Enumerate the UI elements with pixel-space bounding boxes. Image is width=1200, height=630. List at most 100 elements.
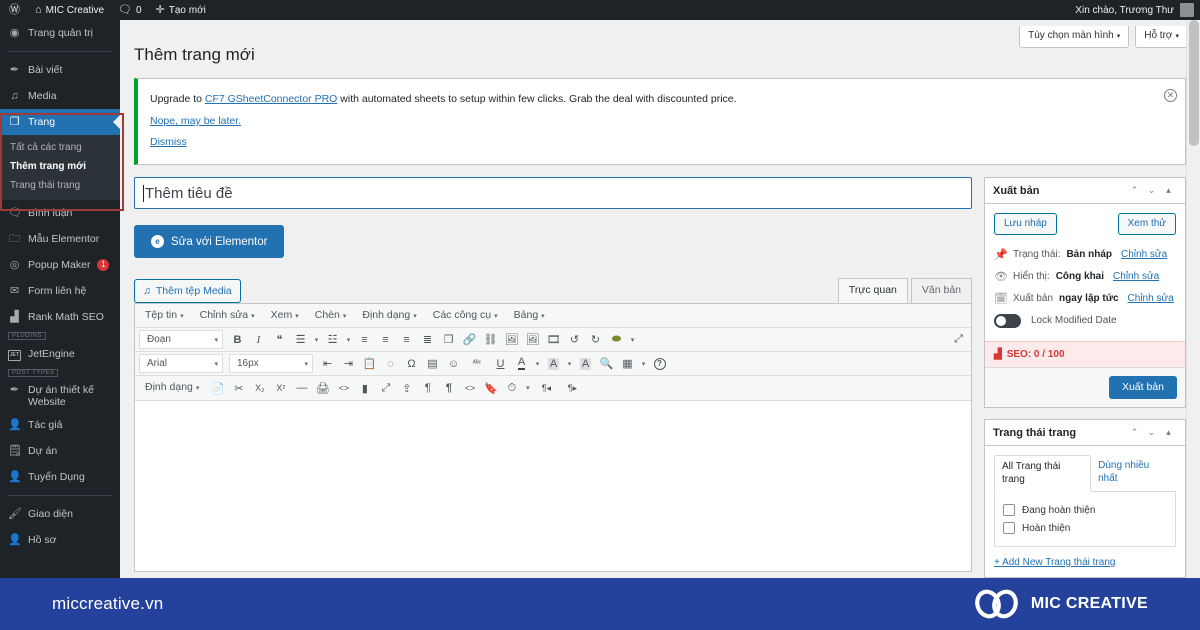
image-icon[interactable]: 🖼 [501, 330, 522, 350]
sidebar-submenu-pages[interactable]: Tất cả các trang Thêm trang mới Trang th… [0, 135, 120, 200]
italic-icon[interactable]: I [248, 330, 269, 350]
editor-content-area[interactable] [135, 401, 971, 571]
fullscreen-icon[interactable]: ⤢ [948, 330, 969, 350]
sidebar-item-recruitment[interactable]: 👤 Tuyển Dụng [0, 464, 120, 490]
sidebar-item-comments[interactable]: 🗨 Bình luận [0, 200, 120, 226]
import-icon[interactable]: ⇪ [396, 378, 417, 398]
highlight-icon[interactable]: A [575, 354, 596, 374]
tab-most-used[interactable]: Dùng nhiều nhất [1091, 455, 1176, 491]
fullscreen-icon[interactable]: ⤢ [375, 378, 396, 398]
comments-button[interactable]: 🗨 0 [111, 0, 149, 20]
bookmark-icon[interactable]: 🔖 [480, 378, 501, 398]
table-icon[interactable]: ▦ [617, 354, 638, 374]
status-edit-link[interactable]: Chỉnh sửa [1121, 248, 1167, 262]
sidebar-item-dashboard[interactable]: ◉ Trang quản trị [0, 20, 120, 46]
paragraph-mark-icon[interactable]: ¶ [438, 378, 459, 398]
olive-icon[interactable]: ⬬ [606, 330, 627, 350]
menu-format[interactable]: Định dạng ▾ [354, 308, 424, 324]
subscript-icon[interactable]: X₂ [249, 378, 270, 398]
block-format-select[interactable]: Đoạn ▾ [139, 330, 223, 349]
admin-sidebar-menu[interactable]: ◉ Trang quản trị ✒ Bài viết ♫ Media ❐ Tr… [0, 20, 120, 580]
sidebar-item-authors[interactable]: 👤 Tác giả [0, 412, 120, 438]
numbered-list-caret-icon[interactable]: ▾ [343, 330, 354, 350]
paste-icon[interactable]: 📋 [359, 354, 380, 374]
sidebar-item-media[interactable]: ♫ Media [0, 83, 120, 109]
help-button[interactable]: Hỗ trợ ▾ [1135, 26, 1188, 48]
screen-options-button[interactable]: Tùy chọn màn hình ▾ [1019, 26, 1130, 48]
print-icon[interactable]: 🖨 [312, 378, 333, 398]
numbered-list-icon[interactable]: ☳ [322, 330, 343, 350]
paragraph-icon[interactable]: ¶ [417, 378, 438, 398]
bold-icon[interactable]: B [227, 330, 248, 350]
source-code-icon[interactable]: <> [333, 378, 354, 398]
ltr-icon[interactable]: ¶◂ [533, 378, 559, 398]
gallery-icon[interactable]: 🖼 [522, 330, 543, 350]
link-icon[interactable]: 🔗 [459, 330, 480, 350]
list-item[interactable]: Hoàn thiện [1003, 519, 1167, 537]
align-justify-icon[interactable]: ≣ [417, 330, 438, 350]
notice-later-link[interactable]: Nope, may be later. [150, 115, 241, 127]
menu-view[interactable]: Xem ▾ [263, 308, 307, 324]
background-color-caret-icon[interactable]: ▾ [564, 354, 575, 374]
add-media-button[interactable]: ♫ Thêm tệp Media [134, 279, 241, 303]
tab-text[interactable]: Văn bản [910, 278, 972, 303]
underline-icon[interactable]: U [490, 354, 511, 374]
spellcheck-icon[interactable]: ᴬᴮᶜ [464, 354, 490, 374]
horizontal-rule-icon[interactable]: — [291, 378, 312, 398]
horizontal-line-icon[interactable]: ▤ [422, 354, 443, 374]
help-icon[interactable]: ? [649, 354, 670, 374]
sidebar-item-pages[interactable]: ❐ Trang [0, 109, 120, 135]
save-draft-button[interactable]: Lưu nháp [994, 213, 1057, 235]
superscript-icon[interactable]: X² [270, 378, 291, 398]
indent-decrease-icon[interactable]: ⇤ [317, 354, 338, 374]
sidebar-item-contact-form[interactable]: ✉ Form liên hệ [0, 278, 120, 304]
editor-tools-row[interactable]: Định dạng ▾ 📄 ✂ X₂ X² — 🖨 <> ▮ ⤢ ⇪ ¶ ¶ <… [135, 376, 971, 400]
sidebar-item-elementor-templates[interactable]: 🗀 Mẫu Elementor [0, 226, 120, 252]
notice-dismiss-link[interactable]: Dismiss [150, 136, 187, 148]
sidebar-item-projects[interactable]: 🗒 Dự án [0, 438, 120, 464]
lock-modified-date-row[interactable]: Lock Modified Date [994, 310, 1176, 332]
schedule-edit-link[interactable]: Chỉnh sửa [1128, 292, 1174, 306]
undo-icon[interactable]: ↺ [564, 330, 585, 350]
clock-icon[interactable]: ⏱ [501, 378, 522, 398]
editor-mode-tabs[interactable]: Trực quan Văn bản [835, 278, 972, 303]
menu-tools[interactable]: Các công cụ ▾ [425, 308, 506, 324]
sidebar-item-posts[interactable]: ✒ Bài viết [0, 57, 120, 83]
visibility-edit-link[interactable]: Chỉnh sửa [1113, 270, 1159, 284]
page-break-icon[interactable]: ▮ [354, 378, 375, 398]
indent-increase-icon[interactable]: ⇥ [338, 354, 359, 374]
paste-text-icon[interactable]: 📄 [207, 378, 228, 398]
editor-font-row[interactable]: Arial ▾ 16px ▾ ⇤ ⇥ 📋 ◌ Ω ▤ ☺ ᴬᴮᶜ U A ▾ A… [135, 352, 971, 376]
move-up-icon[interactable]: ⌃ [1126, 185, 1143, 196]
checkbox-completed[interactable] [1003, 522, 1015, 534]
wordpress-logo-button[interactable]: Ⓦ [0, 0, 28, 20]
bullet-list-caret-icon[interactable]: ▾ [311, 330, 322, 350]
cut-icon[interactable]: ✂ [228, 378, 249, 398]
sidebar-subitem-all-pages[interactable]: Tất cả các trang [0, 138, 120, 157]
font-size-select[interactable]: 16px ▾ [229, 354, 313, 373]
sidebar-item-appearance[interactable]: 🖌 Giao diện [0, 501, 120, 527]
preview-button[interactable]: Xem thử [1117, 213, 1176, 235]
blockquote-icon[interactable]: ❝ [269, 330, 290, 350]
tab-all-page-status[interactable]: All Trang thái trang [994, 455, 1092, 492]
sidebar-item-popup-maker[interactable]: ◎ Popup Maker 1 [0, 252, 120, 278]
background-color-icon[interactable]: A [543, 354, 564, 374]
toggle-panel-icon[interactable]: ▴ [1160, 185, 1177, 196]
find-replace-icon[interactable]: 🔍 [596, 354, 617, 374]
special-character-icon[interactable]: Ω [401, 354, 422, 374]
sidebar-item-jetengine[interactable]: JET JetEngine [0, 341, 120, 367]
move-up-icon[interactable]: ⌃ [1126, 427, 1143, 438]
checkbox-in-progress[interactable] [1003, 504, 1015, 516]
redo-icon[interactable]: ↻ [585, 330, 606, 350]
align-center-icon[interactable]: ≡ [375, 330, 396, 350]
post-title-field[interactable]: Thêm tiêu đề [134, 177, 972, 209]
sidebar-subitem-page-status[interactable]: Trang thái trang [0, 176, 120, 195]
tab-visual[interactable]: Trực quan [837, 278, 908, 303]
sidebar-item-profile[interactable]: 👤 Hồ sơ [0, 527, 120, 553]
unlink-icon[interactable]: ⛓ [480, 330, 501, 350]
editor-format-row[interactable]: Đoạn ▾ B I ❝ ☰ ▾ ☳ ▾ ≡ ≡ ≡ ≣ ❐ 🔗 ⛓ 🖼 🖼 🎞… [135, 328, 971, 352]
page-scrollbar[interactable] [1186, 20, 1200, 580]
text-color-caret-icon[interactable]: ▾ [532, 354, 543, 374]
editor-menubar[interactable]: Tệp tin ▾ Chỉnh sửa ▾ Xem ▾ Chèn ▾ Định dạng… [135, 304, 971, 328]
sidebar-item-web-design-projects[interactable]: ✒ Dự án thiết kế Website [0, 378, 120, 412]
